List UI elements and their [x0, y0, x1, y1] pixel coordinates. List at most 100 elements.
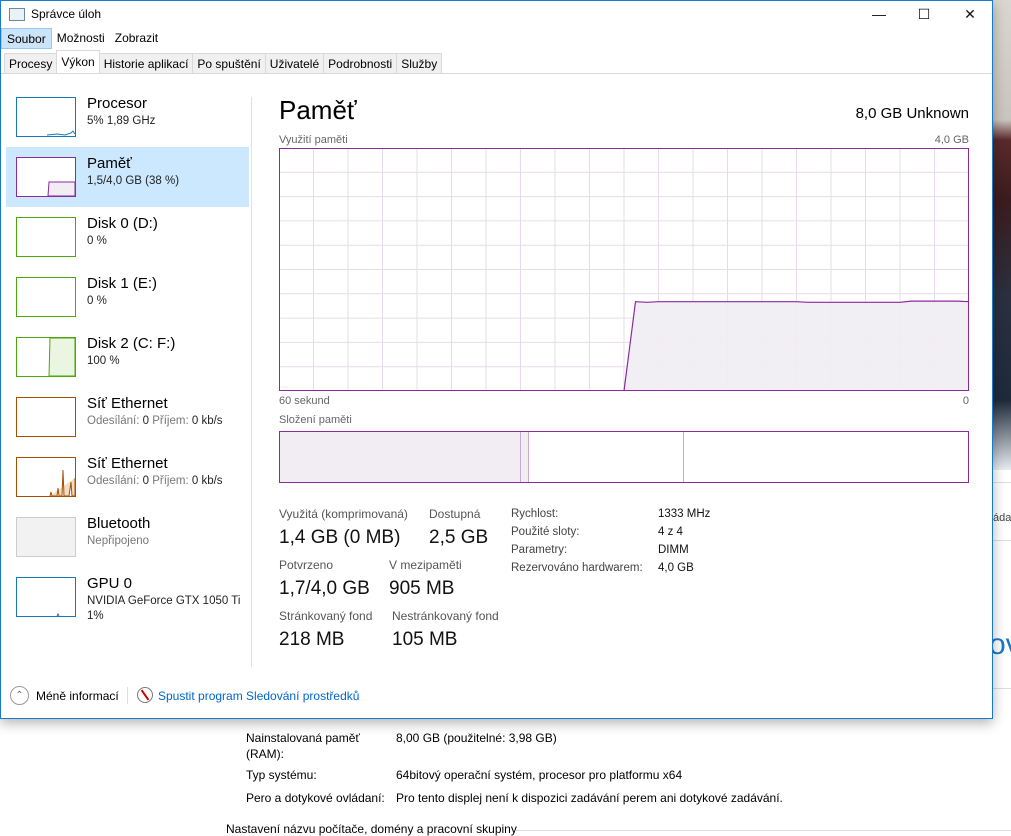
- composition-in-use[interactable]: [280, 432, 521, 482]
- menu-options[interactable]: Možnosti: [52, 28, 110, 49]
- sidebar-item-bluetooth[interactable]: Bluetooth Nepřipojeno: [6, 507, 249, 567]
- maximize-button[interactable]: ☐: [901, 1, 947, 28]
- footer: ⌃ Méně informací Spustit program Sledová…: [1, 681, 992, 711]
- stat-value: 105 MB: [392, 629, 458, 650]
- composition-modified[interactable]: [520, 432, 530, 482]
- menu-view[interactable]: Zobrazit: [110, 28, 163, 49]
- tab-users[interactable]: Uživatelé: [264, 53, 325, 73]
- bluetooth-thumbnail-graph: [16, 517, 76, 557]
- sidebar-item-name: Paměť: [87, 155, 132, 172]
- tab-app-history[interactable]: Historie aplikací: [98, 53, 194, 73]
- title-bar[interactable]: Správce úloh — ☐ ✕: [1, 1, 992, 28]
- stat-label: Potvrzeno: [279, 558, 334, 572]
- stat-value: 218 MB: [279, 629, 345, 650]
- system-type-value: 64bitový operační systém, procesor pro p…: [396, 768, 683, 782]
- sidebar-item-name: Disk 1 (E:): [87, 275, 158, 292]
- usage-graph-max: 4,0 GB: [934, 134, 969, 146]
- tab-divider: [1, 73, 992, 74]
- stat-value: 2,5 GB: [429, 527, 489, 548]
- cpu-thumbnail-graph: [16, 97, 76, 137]
- sidebar-item-sub: Odesílání: 0 Příjem: 0 kb/s: [87, 415, 223, 427]
- memory-composition-bar: [279, 431, 969, 483]
- tab-startup[interactable]: Po spuštění: [192, 53, 266, 73]
- sidebar-item-ethernet-1[interactable]: Síť Ethernet Odesílání: 0 Příjem: 0 kb/s: [6, 387, 249, 447]
- sidebar-item-name: Bluetooth: [87, 515, 151, 532]
- sidebar-divider: [251, 97, 252, 667]
- sidebar-item-name: Síť Ethernet: [87, 455, 168, 472]
- window-title: Správce úloh: [31, 7, 102, 21]
- memory-thumbnail-graph: [16, 157, 76, 197]
- ram-label-2: (RAM):: [246, 747, 284, 761]
- network-thumbnail-graph: [16, 457, 76, 497]
- sidebar-item-name: Síť Ethernet: [87, 395, 168, 412]
- detail-value: DIMM: [658, 544, 689, 556]
- open-resource-monitor-link[interactable]: Spustit program Sledování prostředků: [158, 689, 359, 703]
- detail-value: 4,0 GB: [658, 562, 694, 574]
- sidebar-item-sub: 0 %: [87, 295, 107, 307]
- detail-label: Parametry:: [511, 544, 568, 556]
- pen-label: Pero a dotykové ovládaní:: [246, 791, 385, 805]
- sidebar-item-sub: 0 %: [87, 235, 107, 247]
- task-manager-window: Správce úloh — ☐ ✕ Soubor Možnosti Zobra…: [0, 0, 993, 719]
- sidebar-item-disk-2[interactable]: Disk 2 (C: F:) 100 %: [6, 327, 249, 387]
- menu-file[interactable]: Soubor: [1, 28, 52, 49]
- fewer-details-button[interactable]: Méně informací: [36, 689, 119, 703]
- disk-thumbnail-graph: [16, 337, 76, 377]
- detail-value: 4 z 4: [658, 526, 683, 538]
- usage-graph-label: Využití paměti: [279, 134, 348, 146]
- tab-bar: Procesy Výkon Historie aplikací Po spušt…: [4, 50, 443, 73]
- pen-value: Pro tento displej není k dispozici zadáv…: [396, 791, 783, 805]
- sidebar-item-sub: Nepřipojeno: [87, 535, 150, 547]
- sidebar-item-name: Procesor: [87, 95, 148, 112]
- disk-thumbnail-graph: [16, 277, 76, 317]
- stat-label: Dostupná: [429, 507, 481, 521]
- footer-divider: [127, 687, 128, 704]
- sidebar-item-cpu[interactable]: Procesor 5% 1,89 GHz: [6, 87, 249, 147]
- section-heading: Nastavení názvu počítače, domény a praco…: [226, 822, 517, 836]
- stat-label: V mezipaměti: [389, 558, 462, 572]
- detail-label: Použité sloty:: [511, 526, 580, 538]
- stat-label: Nestránkovaný fond: [392, 609, 499, 623]
- page-title: Paměť: [279, 95, 357, 125]
- chevron-up-icon[interactable]: ⌃: [10, 686, 29, 705]
- minimize-button[interactable]: —: [856, 1, 902, 28]
- task-manager-icon: [9, 8, 25, 21]
- composition-label: Složení paměti: [279, 414, 352, 426]
- stat-value: 905 MB: [389, 578, 455, 599]
- sidebar-item-disk-0[interactable]: Disk 0 (D:) 0 %: [6, 207, 249, 267]
- tab-details[interactable]: Podrobnosti: [323, 53, 398, 73]
- sidebar-item-sub: 100 %: [87, 355, 120, 367]
- sidebar-item-name: Disk 2 (C: F:): [87, 335, 176, 352]
- memory-usage-chart: [279, 148, 969, 391]
- total-memory: 8,0 GB Unknown: [855, 105, 969, 122]
- close-button[interactable]: ✕: [947, 1, 993, 28]
- stat-label: Stránkovaný fond: [279, 609, 373, 623]
- sidebar-item-name: Disk 0 (D:): [87, 215, 158, 232]
- composition-standby[interactable]: [529, 432, 685, 482]
- menu-bar: Soubor Možnosti Zobrazit: [1, 28, 992, 49]
- ram-value: 8,00 GB (použitelné: 3,98 GB): [396, 731, 557, 745]
- sidebar-item-disk-1[interactable]: Disk 1 (E:) 0 %: [6, 267, 249, 327]
- sidebar-item-memory[interactable]: Paměť 1,5/4,0 GB (38 %): [6, 147, 249, 207]
- resource-monitor-icon[interactable]: [137, 687, 153, 703]
- desktop-background: [993, 0, 1011, 470]
- tab-services[interactable]: Služby: [396, 53, 443, 73]
- ram-label: Nainstalovaná paměť: [246, 731, 360, 745]
- sidebar-item-ethernet-2[interactable]: Síť Ethernet Odesílání: 0 Příjem: 0 kb/s: [6, 447, 249, 507]
- detail-value: 1333 MHz: [658, 508, 711, 520]
- edge-text: áda: [993, 512, 1011, 524]
- network-thumbnail-graph: [16, 397, 76, 437]
- sidebar-item-sub: 1,5/4,0 GB (38 %): [87, 175, 180, 187]
- detail-label: Rychlost:: [511, 508, 559, 520]
- tab-performance[interactable]: Výkon: [56, 50, 100, 73]
- x-axis-right-label: 0: [962, 395, 969, 407]
- composition-free[interactable]: [684, 432, 968, 482]
- stat-value: 1,4 GB (0 MB): [279, 527, 401, 548]
- disk-thumbnail-graph: [16, 217, 76, 257]
- x-axis-left-label: 60 sekund: [279, 395, 330, 407]
- sidebar-item-gpu[interactable]: GPU 0 NVIDIA GeForce GTX 1050 Ti 1%: [6, 567, 249, 637]
- tab-processes[interactable]: Procesy: [4, 53, 58, 73]
- gpu-thumbnail-graph: [16, 577, 76, 617]
- stat-label: Využitá (komprimovaná): [279, 507, 408, 521]
- system-type-label: Typ systému:: [246, 768, 317, 782]
